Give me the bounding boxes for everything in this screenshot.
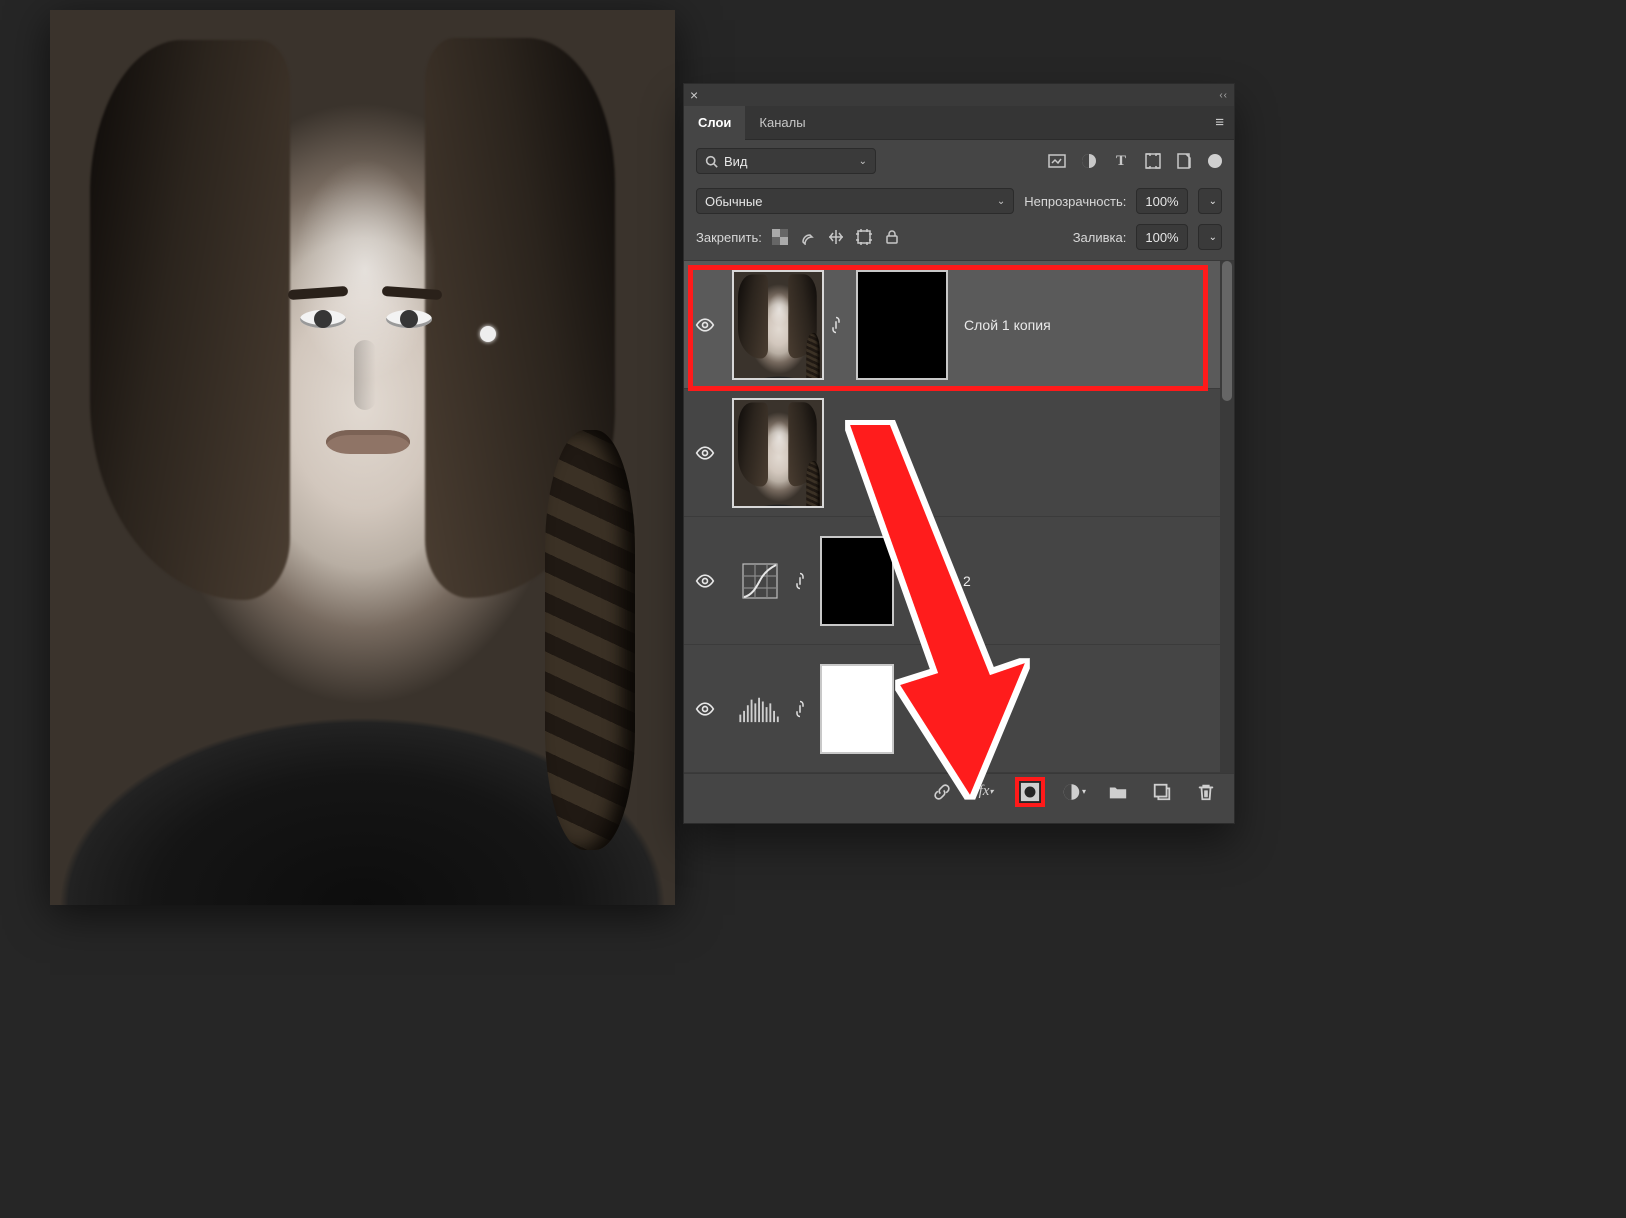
visibility-eye-icon[interactable] [695,699,715,719]
layer-thumbnail[interactable] [732,270,824,380]
link-mask-icon[interactable] [830,316,850,334]
tab-layers[interactable]: Слои [684,106,745,140]
layers-bottom-bar: fx▾ ▾ [684,773,1234,809]
opacity-input[interactable]: 100% [1136,188,1187,214]
visibility-eye-icon[interactable] [695,443,715,463]
filter-smart-icon[interactable] [1176,152,1194,170]
layer-row[interactable]: Кривые 2 [684,517,1234,645]
opacity-stepper[interactable]: ⌄ [1198,188,1222,214]
collapse-icon[interactable]: ‹‹ [1219,90,1228,101]
lock-all-icon[interactable] [884,229,900,245]
visibility-eye-icon[interactable] [695,571,715,591]
fill-input[interactable]: 100% [1136,224,1187,250]
trash-icon[interactable] [1194,780,1218,804]
levels-adjustment-icon[interactable] [732,685,788,733]
layer-name[interactable]: Уровни 1 [910,701,969,717]
lock-transparent-icon[interactable] [772,229,788,245]
layer-row[interactable]: Уровни 1 [684,645,1234,773]
layer-mask-thumbnail[interactable] [820,664,894,754]
fx-icon[interactable]: fx▾ [974,780,998,804]
opacity-label: Непрозрачность: [1024,194,1126,209]
layer-thumbnail[interactable] [732,398,824,508]
panel-header: × ‹‹ [684,84,1234,106]
link-mask-icon[interactable] [794,700,814,718]
layer-row[interactable] [684,389,1234,517]
filter-pixel-icon[interactable] [1048,152,1066,170]
link-mask-icon[interactable] [794,572,814,590]
layers-list: Слой 1 копия Кривые 2 [684,261,1234,773]
search-icon [705,155,718,168]
document-canvas[interactable] [50,10,675,905]
filter-adjustment-icon[interactable] [1080,152,1098,170]
blend-mode-label: Обычные [705,194,762,209]
visibility-eye-icon[interactable] [695,315,715,335]
layer-mask-thumbnail[interactable] [856,270,948,380]
layer-mask-thumbnail[interactable] [820,536,894,626]
chevron-down-icon: ⌄ [859,156,867,167]
fill-label: Заливка: [1073,230,1127,245]
tab-channels[interactable]: Каналы [745,106,819,140]
add-mask-icon[interactable] [1018,780,1042,804]
filter-type-icon[interactable]: T [1112,152,1130,170]
filter-type-label: Вид [724,154,748,169]
lock-label: Закрепить: [696,230,762,245]
link-layers-icon[interactable] [930,780,954,804]
layer-row[interactable]: Слой 1 копия [684,261,1234,389]
portrait-image [50,10,675,905]
layers-scrollbar[interactable] [1220,261,1234,773]
scrollbar-thumb[interactable] [1222,261,1232,401]
group-icon[interactable] [1106,780,1130,804]
layers-panel: × ‹‹ Слои Каналы ≡ Вид ⌄ T [683,83,1235,824]
layer-name[interactable]: Кривые 2 [910,573,971,589]
panel-menu-icon[interactable]: ≡ [1205,114,1234,131]
layer-name[interactable]: Слой 1 копия [964,317,1051,333]
lock-pixels-icon[interactable] [800,229,816,245]
close-icon[interactable]: × [690,87,698,103]
filter-shape-icon[interactable] [1144,152,1162,170]
panel-tabs: Слои Каналы ≡ [684,106,1234,140]
filter-toggle-dot[interactable] [1208,154,1222,168]
curves-adjustment-icon[interactable] [732,557,788,605]
blend-mode-dropdown[interactable]: Обычные ⌄ [696,188,1014,214]
adjustment-layer-icon[interactable]: ▾ [1062,780,1086,804]
chevron-down-icon: ⌄ [997,196,1005,207]
filter-type-dropdown[interactable]: Вид ⌄ [696,148,876,174]
lock-position-icon[interactable] [828,229,844,245]
new-layer-icon[interactable] [1150,780,1174,804]
lock-artboard-icon[interactable] [856,229,872,245]
fill-stepper[interactable]: ⌄ [1198,224,1222,250]
